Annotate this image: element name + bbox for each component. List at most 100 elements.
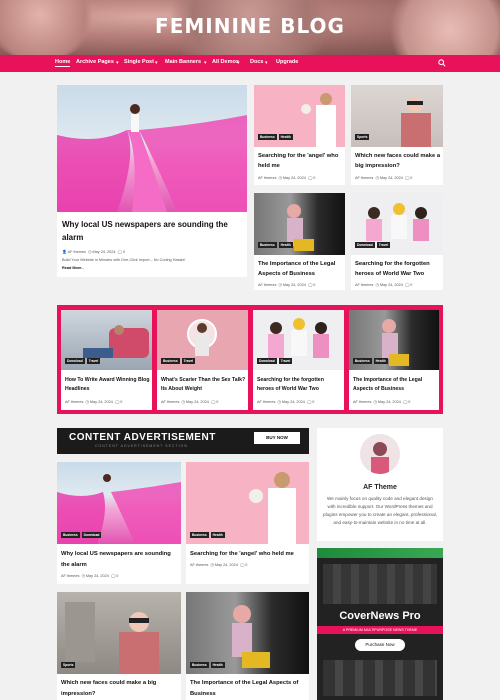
comment-count[interactable]: 0 — [313, 176, 315, 180]
post-author[interactable]: AF themes — [353, 400, 371, 404]
category-badge[interactable]: Health — [210, 662, 225, 668]
post-title[interactable]: The Importance of the Legal Aspects of B… — [190, 678, 308, 700]
post-author[interactable]: AF themes — [190, 563, 208, 567]
comment-count[interactable]: 0 — [410, 176, 412, 180]
post-date: May 24, 2024 — [214, 563, 238, 567]
post-card[interactable]: Business Health The Importance of the Le… — [186, 592, 309, 700]
featured-image[interactable] — [57, 85, 247, 212]
post-date: May 24, 2024 — [282, 176, 306, 180]
search-icon[interactable] — [438, 59, 446, 67]
post-card[interactable]: Sports Which new faces could make a big … — [351, 85, 443, 185]
promo-subtitle: A PREMIUM MULTIPURPOSE NEWS THEME — [317, 626, 443, 634]
post-title[interactable]: Why local US newspapers are sounding the… — [61, 549, 179, 571]
comment-count[interactable]: 0 — [120, 400, 122, 404]
post-card[interactable]: Sports Which new faces could make a big … — [57, 592, 181, 700]
post-title[interactable]: What's Scarier Than the Sex Talk? Its Ab… — [161, 376, 246, 394]
post-author[interactable]: AF themes — [257, 400, 275, 404]
author-name[interactable]: AF Theme — [317, 484, 443, 491]
post-title[interactable]: Searching for the 'angel' who held me — [190, 549, 308, 560]
post-date: May 24, 2024 — [282, 283, 306, 287]
carousel-card[interactable]: Download Travel How To Write Award Winni… — [61, 310, 152, 410]
category-badge[interactable]: Health — [373, 358, 388, 364]
post-title[interactable]: Searching for the 'angel' who held me — [258, 151, 342, 171]
category-badge[interactable]: Health — [278, 242, 293, 248]
post-title[interactable]: Searching for the forgotten heroes of Wo… — [257, 376, 342, 394]
post-title[interactable]: How To Write Award Winning Blog Headline… — [65, 376, 150, 394]
post-title[interactable]: Why local US newspapers are sounding the… — [62, 218, 242, 244]
category-badge[interactable]: Sports — [61, 662, 76, 668]
comment-count[interactable]: 0 — [123, 250, 125, 254]
category-badge[interactable]: Sports — [355, 134, 370, 140]
comment-count[interactable]: 0 — [116, 574, 118, 578]
comment-count[interactable]: 0 — [245, 563, 247, 567]
comment-count[interactable]: 0 — [313, 283, 315, 287]
category-badge[interactable]: Business — [258, 134, 277, 140]
carousel-card[interactable]: Business Health The Importance of the Le… — [349, 310, 439, 410]
category-badge[interactable]: Travel — [278, 358, 293, 364]
post-card[interactable]: Business Health The Importance of the Le… — [254, 193, 345, 290]
main-nav: Home Archive Pages Single Post Main Bann… — [0, 55, 500, 72]
post-title[interactable]: The Importance of the Legal Aspects of B… — [353, 376, 437, 394]
buy-now-button[interactable]: BUY NOW — [254, 432, 300, 444]
post-title[interactable]: Which new faces could make a big impress… — [61, 678, 179, 700]
post-author[interactable]: AF themes — [355, 176, 373, 180]
category-badge[interactable]: Health — [210, 532, 225, 538]
category-badge[interactable]: Business — [353, 358, 372, 364]
purchase-now-button[interactable]: Purchase Now — [355, 639, 405, 651]
read-more-link[interactable]: Read More.. — [62, 266, 84, 270]
nav-home[interactable]: Home — [55, 59, 71, 67]
post-author[interactable]: AF themes — [61, 574, 79, 578]
chevron-down-icon: ▾ — [116, 60, 119, 66]
category-badge[interactable]: Business — [61, 532, 80, 538]
post-author[interactable]: AF themes — [65, 400, 83, 404]
post-author[interactable]: AF themes — [258, 176, 276, 180]
post-author[interactable]: AF themes — [68, 250, 86, 254]
carousel-card[interactable]: Business Travel What's Scarier Than the … — [157, 310, 248, 410]
category-badge[interactable]: Travel — [181, 358, 196, 364]
covernews-pro-promo[interactable]: CoverNews Pro A PREMIUM MULTIPURPOSE NEW… — [317, 548, 443, 700]
category-badge[interactable]: Business — [190, 532, 209, 538]
post-card[interactable]: Business Download Why local US newspaper… — [57, 462, 181, 584]
category-badge[interactable]: Business — [161, 358, 180, 364]
post-author[interactable]: AF themes — [355, 283, 373, 287]
category-badge[interactable]: Download — [257, 358, 277, 364]
post-card[interactable]: Business Health Searching for the 'angel… — [186, 462, 309, 584]
content-advertisement[interactable]: CONTENT ADVERTISEMENT CONTENT ADVERTISEM… — [57, 428, 309, 454]
featured-post[interactable]: Why local US newspapers are sounding the… — [57, 85, 247, 277]
user-icon: 👤 — [62, 250, 67, 254]
comment-count[interactable]: 0 — [408, 400, 410, 404]
category-badge[interactable]: Download — [81, 532, 102, 538]
post-title[interactable]: The Importance of the Legal Aspects of B… — [258, 259, 342, 279]
avatar — [360, 434, 400, 474]
ad-title: CONTENT ADVERTISEMENT — [69, 432, 216, 443]
post-card[interactable]: Download Travel Searching for the forgot… — [351, 193, 443, 290]
post-title[interactable]: Which new faces could make a big impress… — [355, 151, 441, 171]
nav-all-demos[interactable]: All Demos — [212, 59, 239, 65]
comment-count[interactable]: 0 — [312, 400, 314, 404]
nav-upgrade[interactable]: Upgrade — [276, 59, 298, 65]
category-badge[interactable]: Business — [190, 662, 209, 668]
comment-count[interactable]: 0 — [216, 400, 218, 404]
nav-docs[interactable]: Docs — [250, 59, 263, 65]
comment-count[interactable]: 0 — [410, 283, 412, 287]
post-author[interactable]: AF themes — [161, 400, 179, 404]
category-badge[interactable]: Health — [278, 134, 293, 140]
site-title[interactable]: FEMININE BLOG — [0, 14, 500, 38]
promo-screens-bottom — [323, 660, 437, 696]
carousel-card[interactable]: Download Travel Searching for the forgot… — [253, 310, 344, 410]
category-badge[interactable]: Download — [65, 358, 85, 364]
category-badge[interactable]: Download — [355, 242, 375, 248]
post-meta: 👤 AF themes ◷ May 24, 2024 ◯ 0 — [62, 249, 125, 254]
nav-main-banners[interactable]: Main Banners — [165, 59, 201, 65]
post-author[interactable]: AF themes — [258, 283, 276, 287]
nav-single-post[interactable]: Single Post — [124, 59, 154, 65]
post-card[interactable]: Business Health Searching for the 'angel… — [254, 85, 345, 185]
post-date: May 24, 2024 — [377, 400, 401, 404]
comment-icon: ◯ — [117, 250, 122, 254]
post-title[interactable]: Searching for the forgotten heroes of Wo… — [355, 259, 441, 279]
nav-archive-pages[interactable]: Archive Pages — [76, 59, 114, 65]
post-image[interactable] — [57, 592, 181, 674]
category-badge[interactable]: Travel — [376, 242, 391, 248]
category-badge[interactable]: Business — [258, 242, 277, 248]
category-badge[interactable]: Travel — [86, 358, 101, 364]
